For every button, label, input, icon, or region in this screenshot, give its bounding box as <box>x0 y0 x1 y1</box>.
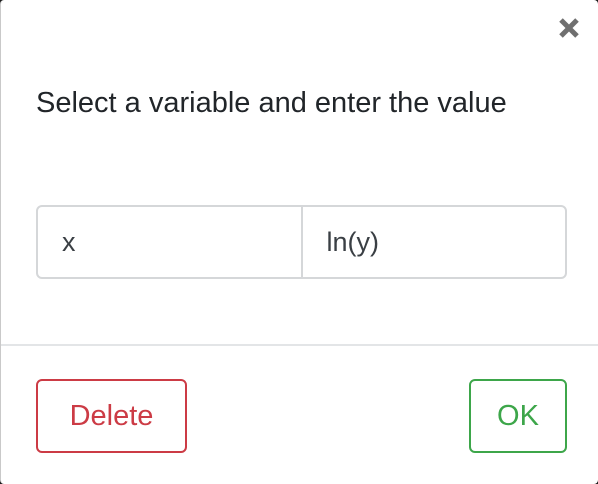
variable-value-dialog: Select a variable and enter the value x … <box>0 0 598 484</box>
variable-option-x[interactable]: x <box>38 207 301 277</box>
variable-value-group: x ln(y) <box>36 205 567 279</box>
footer-divider <box>1 344 598 346</box>
ok-button[interactable]: OK <box>469 379 567 453</box>
close-button[interactable] <box>554 13 584 43</box>
close-icon <box>559 18 579 38</box>
dialog-prompt: Select a variable and enter the value <box>36 87 507 119</box>
variable-option-ln-y[interactable]: ln(y) <box>300 207 566 277</box>
delete-button[interactable]: Delete <box>36 379 187 453</box>
